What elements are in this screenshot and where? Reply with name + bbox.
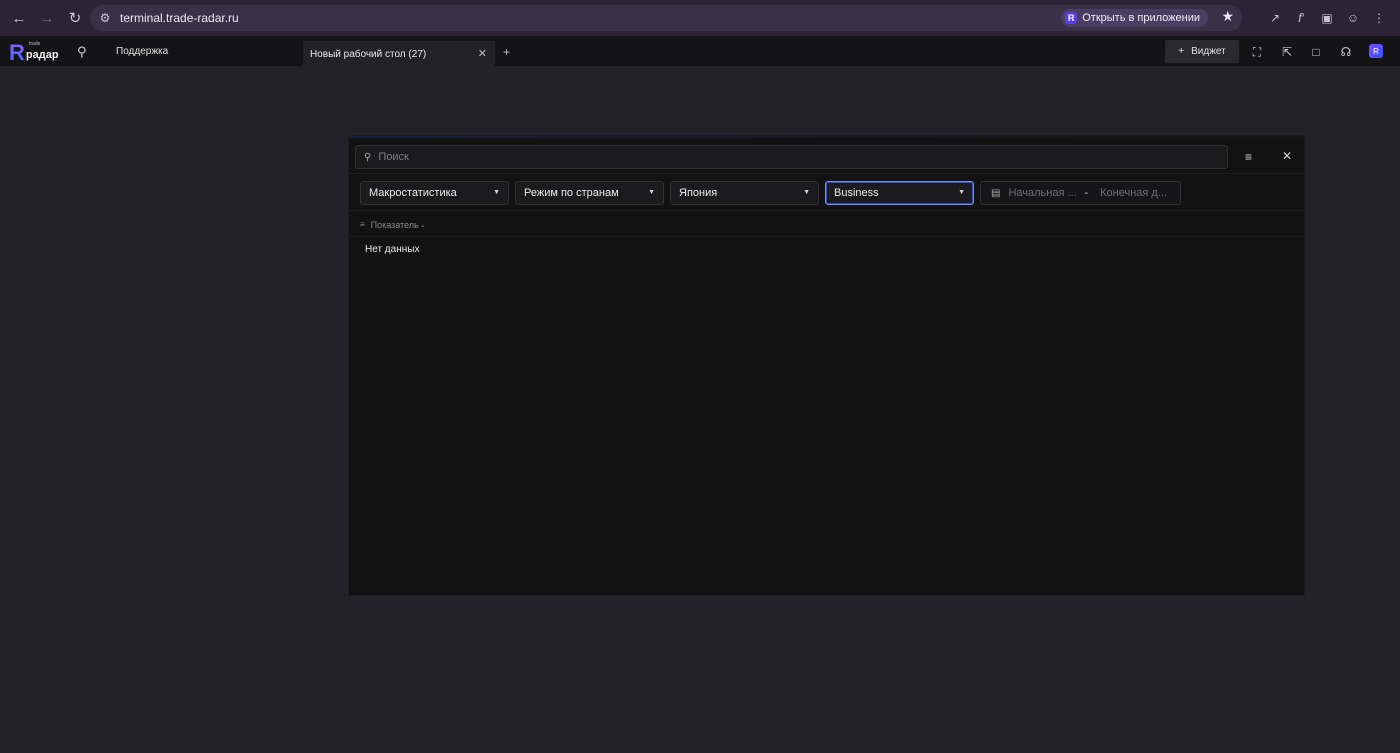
browser-menu-icon[interactable]: ⋮ xyxy=(1366,6,1392,30)
address-bar[interactable]: ⚙ terminal.trade-radar.ru R Открыть в пр… xyxy=(90,5,1242,31)
bookmark-star-icon[interactable]: ★ xyxy=(1221,8,1234,25)
widget-search: ⚲ xyxy=(355,145,1228,169)
url-text: terminal.trade-radar.ru xyxy=(120,11,239,25)
panel-top-border xyxy=(349,136,1304,138)
logo-letter: R xyxy=(9,40,25,65)
tab-workspace[interactable]: Новый рабочий стол (27) ✕ xyxy=(303,41,495,67)
category-select[interactable]: Макростатистика ▼ xyxy=(360,181,509,205)
logo-small-text: trade xyxy=(29,41,41,47)
headset-icon[interactable]: ☊ xyxy=(1338,44,1354,60)
forward-arrow-icon[interactable]: → xyxy=(34,5,60,31)
filters-bar: Макростатистика ▼ Режим по странам ▼ Япо… xyxy=(349,173,1304,211)
app-header: trade R радар ⚲ Поддержка Новый рабочий … xyxy=(0,36,1400,67)
caret-down-icon: ▼ xyxy=(648,189,655,196)
start-date-input[interactable]: Начальная ... xyxy=(1008,187,1078,199)
reload-icon[interactable]: ↻ xyxy=(62,5,88,31)
mode-select[interactable]: Режим по странам ▼ xyxy=(515,181,664,205)
user-avatar[interactable]: R xyxy=(1369,44,1383,58)
chat-icon[interactable]: □ xyxy=(1308,44,1324,60)
caret-down-icon: ▼ xyxy=(958,189,965,196)
browser-toolbar: ← → ↻ ⚙ terminal.trade-radar.ru R Открыт… xyxy=(0,0,1400,36)
open-in-app-label: Открыть в приложении xyxy=(1082,12,1200,24)
fullscreen-icon[interactable]: ⛶ xyxy=(1249,44,1265,60)
site-settings-icon[interactable]: ⚙ xyxy=(92,5,118,31)
function-extension-icon[interactable]: f′ xyxy=(1288,6,1314,30)
date-separator: - xyxy=(1084,187,1089,199)
back-arrow-icon[interactable]: ← xyxy=(6,5,32,31)
indicator-group-select[interactable]: Business ▼ xyxy=(825,181,974,205)
category-select-value: Макростатистика xyxy=(369,187,457,199)
search-input[interactable] xyxy=(378,151,1179,163)
logo-text: радар xyxy=(25,49,59,61)
country-select[interactable]: Япония ▼ xyxy=(670,181,819,205)
caret-down-icon: ▼ xyxy=(493,189,500,196)
plus-icon: + xyxy=(1178,46,1185,57)
support-link[interactable]: Поддержка xyxy=(116,46,168,57)
pen-extension-icon[interactable]: ↗ xyxy=(1262,6,1288,30)
chevron-down-icon[interactable]: ⌄ xyxy=(420,221,426,229)
export-icon[interactable]: ⇱ xyxy=(1279,44,1295,60)
header-search-icon[interactable]: ⚲ xyxy=(77,44,87,60)
indicator-group-select-value: Business xyxy=(834,187,879,199)
table-header: ≡ Показатель ⌄ xyxy=(349,213,1304,237)
puzzle-extensions-icon[interactable]: ▣ xyxy=(1314,6,1340,30)
filter-icon[interactable]: ≡ xyxy=(1245,150,1252,164)
open-in-app-button[interactable]: R Открыть в приложении xyxy=(1061,9,1208,27)
search-icon: ⚲ xyxy=(364,151,372,163)
profile-icon[interactable]: ☺ xyxy=(1340,6,1366,30)
country-select-value: Япония xyxy=(679,187,718,199)
empty-state-text: Нет данных xyxy=(365,244,420,255)
add-widget-label: Виджет xyxy=(1191,46,1226,57)
caret-down-icon: ▼ xyxy=(803,189,810,196)
calendar-icon: ▤ xyxy=(991,187,1001,199)
date-range-picker[interactable]: ▤ Начальная ... - Конечная д... xyxy=(980,181,1181,205)
close-widget-icon[interactable]: ✕ xyxy=(1282,149,1292,163)
add-tab-icon[interactable]: + xyxy=(503,45,510,59)
close-tab-icon[interactable]: ✕ xyxy=(478,47,487,60)
radar-logo[interactable]: trade R радар xyxy=(9,40,61,64)
end-date-input[interactable]: Конечная д... xyxy=(1100,187,1170,199)
sort-icon[interactable]: ≡ xyxy=(360,220,365,229)
tab-label: Новый рабочий стол (27) xyxy=(310,48,427,60)
mode-select-value: Режим по странам xyxy=(524,187,619,199)
browser-extensions: ↗ f′ ▣ ☺ ⋮ xyxy=(1262,6,1392,30)
macro-statistics-widget: ⚲ ≡ ✕ Макростатистика ▼ Режим по странам… xyxy=(348,135,1305,596)
app-logo-icon: R xyxy=(1065,12,1078,24)
column-header-indicator[interactable]: Показатель xyxy=(371,220,419,230)
add-widget-button[interactable]: + Виджет xyxy=(1165,40,1239,63)
